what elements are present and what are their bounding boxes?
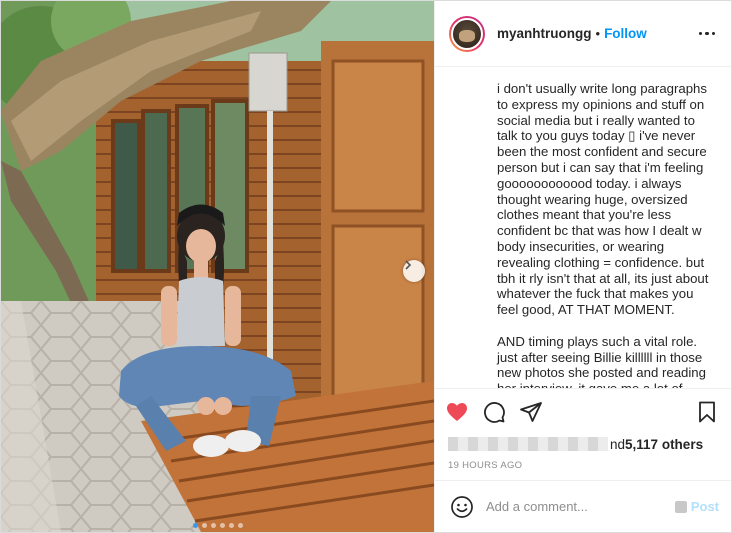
- instagram-post: myanhtruongg • Follow i don't usually wr…: [0, 0, 732, 533]
- likes-count[interactable]: 5,117 others: [625, 437, 703, 452]
- post-header: myanhtruongg • Follow: [435, 1, 731, 67]
- bookmark-icon[interactable]: [695, 400, 719, 424]
- chevron-right-icon: [405, 260, 412, 270]
- carousel-dot: [219, 523, 225, 528]
- carousel-dot: [192, 523, 198, 528]
- likes-summary[interactable]: nd 5,117 others: [435, 434, 731, 454]
- post-button-label: Post: [690, 499, 719, 514]
- post-arrow-icon: [674, 500, 687, 513]
- comment-input[interactable]: [486, 499, 656, 514]
- post-comment-button[interactable]: Post: [674, 499, 719, 514]
- carousel-dot: [201, 523, 207, 528]
- carousel-dot: [210, 523, 216, 528]
- carousel-dot: [228, 523, 234, 528]
- photo-illustration: [1, 1, 434, 532]
- avatar[interactable]: [449, 15, 485, 52]
- comment-icon[interactable]: [482, 400, 506, 424]
- carousel-dot: [237, 523, 243, 528]
- share-icon[interactable]: [519, 400, 543, 424]
- caption: i don't usually write long paragraphs to…: [435, 67, 731, 388]
- action-bar: [435, 388, 731, 434]
- heart-filled-icon[interactable]: [445, 400, 469, 424]
- comment-bar: Post: [435, 480, 731, 532]
- carousel-indicator: [1, 523, 434, 528]
- carousel-next-button[interactable]: [403, 260, 425, 282]
- post-side-panel: myanhtruongg • Follow i don't usually wr…: [434, 1, 731, 532]
- caption-paragraph: i don't usually write long paragraphs to…: [497, 81, 709, 318]
- post-photo[interactable]: [1, 1, 434, 532]
- more-options-icon[interactable]: [698, 31, 715, 36]
- username-link[interactable]: myanhtruongg: [497, 26, 592, 41]
- smiley-icon[interactable]: [450, 495, 474, 519]
- post-timestamp[interactable]: 19 HOURS AGO: [435, 454, 731, 480]
- separator-dot: •: [595, 26, 601, 41]
- caption-paragraph: AND timing plays such a vital role. just…: [497, 333, 706, 388]
- blurred-liker-names: [448, 437, 608, 451]
- avatar-image: [451, 17, 483, 50]
- follow-button[interactable]: Follow: [604, 26, 647, 41]
- likes-prefix: nd: [610, 436, 626, 452]
